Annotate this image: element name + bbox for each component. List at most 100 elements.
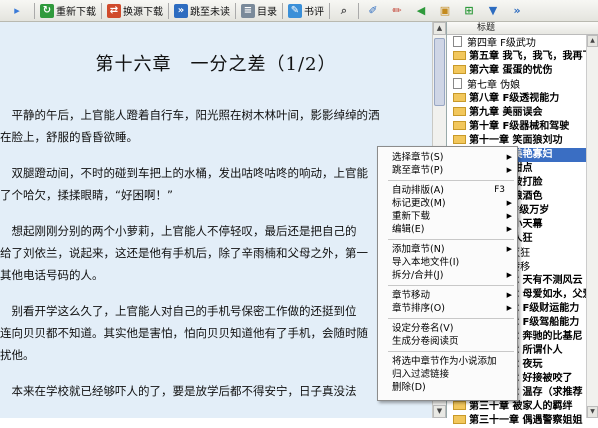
menu-item[interactable]: 章节移动 ▶ [380, 289, 517, 302]
text-line: 在脸上，舒服的昏昏欲睡。 [0, 130, 138, 144]
menu-item[interactable]: 设定分卷名(V) [380, 322, 517, 335]
menu-item-hotkey: (D) [411, 382, 426, 393]
chapter-item-label: 第十章 F级器械和驾驶 [469, 121, 570, 132]
arrow-button[interactable]: ▸ [2, 2, 32, 20]
menu-item[interactable]: 删除(D) [380, 381, 517, 394]
menu-item-label: 添加章节 [392, 244, 431, 255]
menu-item-shortcut: F3 [494, 185, 505, 195]
submenu-arrow-icon: ▶ [506, 212, 512, 220]
menu-item-label: 将选中章节作为小说添加 [392, 356, 497, 367]
redownload-button[interactable]: ↻ 重新下载 [37, 2, 99, 20]
menu-item-label: 标记更改 [392, 198, 431, 209]
chapter-item-label: 第三十一章 偶遇警察姐姐 [469, 415, 583, 426]
menu-separator [388, 351, 514, 352]
switch-source-button[interactable]: ⇄ 换源下载 [104, 2, 166, 20]
scroll-up-arrow[interactable]: ▲ [433, 22, 446, 35]
list-icon: ≡ [241, 3, 255, 18]
column-header[interactable]: 标题 [447, 22, 598, 35]
window-icon[interactable]: ⊞ [461, 3, 477, 19]
chapter-item[interactable]: 第十章 F级器械和驾驶 [449, 120, 597, 134]
menu-item[interactable]: 导入本地文件(I) [380, 256, 517, 269]
text-line: 平静的午后，上官能人蹬着自行车，阳光照在树木林叶间，影影绰绰的洒 [0, 108, 380, 122]
chapter-list-scrollbar[interactable]: ▲ ▼ [586, 35, 598, 418]
menu-item[interactable]: 编辑(E) ▶ [380, 223, 517, 236]
scroll-up-arrow[interactable]: ▲ [587, 35, 598, 47]
submenu-arrow-icon: ▶ [506, 271, 512, 279]
menu-item-label: 导入本地文件 [392, 257, 450, 268]
document-icon [453, 36, 462, 47]
menu-item[interactable]: 章节排序(O) ▶ [380, 302, 517, 315]
review-button[interactable]: ✎ 书评 [285, 2, 327, 20]
menu-item[interactable]: 添加章节(N) ▶ [380, 243, 517, 256]
scroll-down-arrow[interactable]: ▼ [433, 405, 446, 418]
menu-item-label: 自动排版 [392, 185, 431, 196]
menu-item-hotkey: (A) [430, 185, 444, 196]
menu-item-hotkey: (E) [411, 224, 425, 235]
brush-icon[interactable]: ✏ [389, 3, 405, 19]
toolbar-separator [358, 2, 359, 19]
chapter-item[interactable]: 第八章 F级透视能力 [449, 92, 597, 106]
book-icon[interactable]: ▣ [437, 3, 453, 19]
submenu-arrow-icon: ▶ [506, 153, 512, 161]
menu-item-label: 重新下载 [392, 211, 431, 222]
forward-icon[interactable]: » [509, 3, 525, 19]
toolbar-separator [235, 2, 236, 19]
redownload-label: 重新下载 [56, 7, 96, 18]
text-line: 连向贝贝都不知道。其实他是害怕，怕向贝贝知道他有了手机，会随时随 [0, 326, 368, 340]
menu-item-label: 设定分卷名 [392, 323, 440, 334]
toolbar-separator [34, 2, 35, 19]
folder-icon [453, 401, 466, 410]
menu-item-hotkey: (V) [439, 323, 454, 334]
folder-icon [453, 415, 466, 424]
menu-item-label: 拆分/合并 [392, 270, 434, 281]
menu-item[interactable]: 拆分/合并(J) ▶ [380, 269, 517, 282]
menu-item[interactable]: 选择章节(S) ▶ [380, 151, 517, 164]
chapter-item-label: 第四章 F级武功 [467, 38, 536, 49]
chapter-item[interactable]: 第四章 F级武功 [449, 36, 597, 50]
search-icon[interactable]: ⌕ [336, 3, 352, 19]
switch-source-label: 换源下载 [123, 7, 163, 18]
menu-item[interactable]: 归入过滤链接 [380, 368, 517, 381]
menu-item[interactable]: 将选中章节作为小说添加 [380, 355, 517, 368]
menu-item-hotkey: (I) [449, 257, 460, 268]
menu-item-label: 归入过滤链接 [392, 369, 450, 380]
jump-unread-button[interactable]: » 跳至未读 [171, 2, 233, 20]
menu-item-label: 章节移动 [392, 290, 431, 301]
menu-item-label: 章节排序 [392, 303, 431, 314]
pen-icon[interactable]: ✐ [365, 3, 381, 19]
text-line: 其他电话号码的人。 [0, 268, 104, 282]
chapter-item[interactable]: 第九章 美丽误会 [449, 106, 597, 120]
folder-icon [453, 121, 466, 130]
jump-icon: » [174, 3, 188, 18]
text-line: 本来在学校就已经够吓人的了，要是放学后都不得安宁，日子真没法 [0, 384, 357, 398]
menu-item[interactable]: 自动排版(A) F3 [380, 184, 517, 197]
menu-separator [388, 285, 514, 286]
context-menu: 选择章节(S) ▶ 跳至章节(P) ▶ 自动排版(A) F3 标记更改(M) ▶ 重新下载 ▶ 编辑… [377, 146, 518, 401]
menu-item-hotkey: (J) [433, 270, 444, 281]
scroll-down-arrow[interactable]: ▼ [587, 406, 598, 418]
chapter-item[interactable]: 第三十章 被家人的羁绊 [449, 400, 597, 414]
menu-item[interactable]: 跳至章节(P) ▶ [380, 164, 517, 177]
chapter-item[interactable]: 第五章 我飞，我飞，我再飞 [449, 50, 597, 64]
scroll-thumb[interactable] [434, 38, 445, 106]
arrow-down-icon[interactable]: ▼ [485, 3, 501, 19]
chapter-item[interactable]: 第七章 伪娘 [449, 78, 597, 92]
volume-icon[interactable]: ◀ [413, 3, 429, 19]
reader-pane[interactable]: 第十六章 一分之差（1/2） 平静的午后，上官能人蹬着自行车，阳光照在树木林叶间… [0, 22, 432, 418]
menu-item[interactable]: 生成分卷阅读页 [380, 335, 517, 348]
menu-item-label: 选择章节 [392, 152, 431, 163]
toc-button[interactable]: ≡ 目录 [238, 2, 280, 20]
chapter-item[interactable]: 第三十一章 偶遇警察姐姐 [449, 414, 597, 428]
chapter-item-label: 第八章 F级透视能力 [469, 93, 560, 104]
toolbar-separator [329, 2, 330, 19]
folder-icon [453, 65, 466, 74]
folder-icon [453, 93, 466, 102]
menu-item[interactable]: 重新下载 ▶ [380, 210, 517, 223]
folder-icon [453, 107, 466, 116]
submenu-arrow-icon: ▶ [506, 304, 512, 312]
menu-item[interactable]: 标记更改(M) ▶ [380, 197, 517, 210]
text-line: 扰他。 [0, 348, 35, 362]
menu-item-label: 编辑 [392, 224, 412, 235]
text-line: 双腿蹬动间，不时的碰到车把上的水桶，发出咕咚咕咚的响动，上官能 [0, 166, 368, 180]
chapter-item[interactable]: 第六章 蛋蛋的忧伤 [449, 64, 597, 78]
